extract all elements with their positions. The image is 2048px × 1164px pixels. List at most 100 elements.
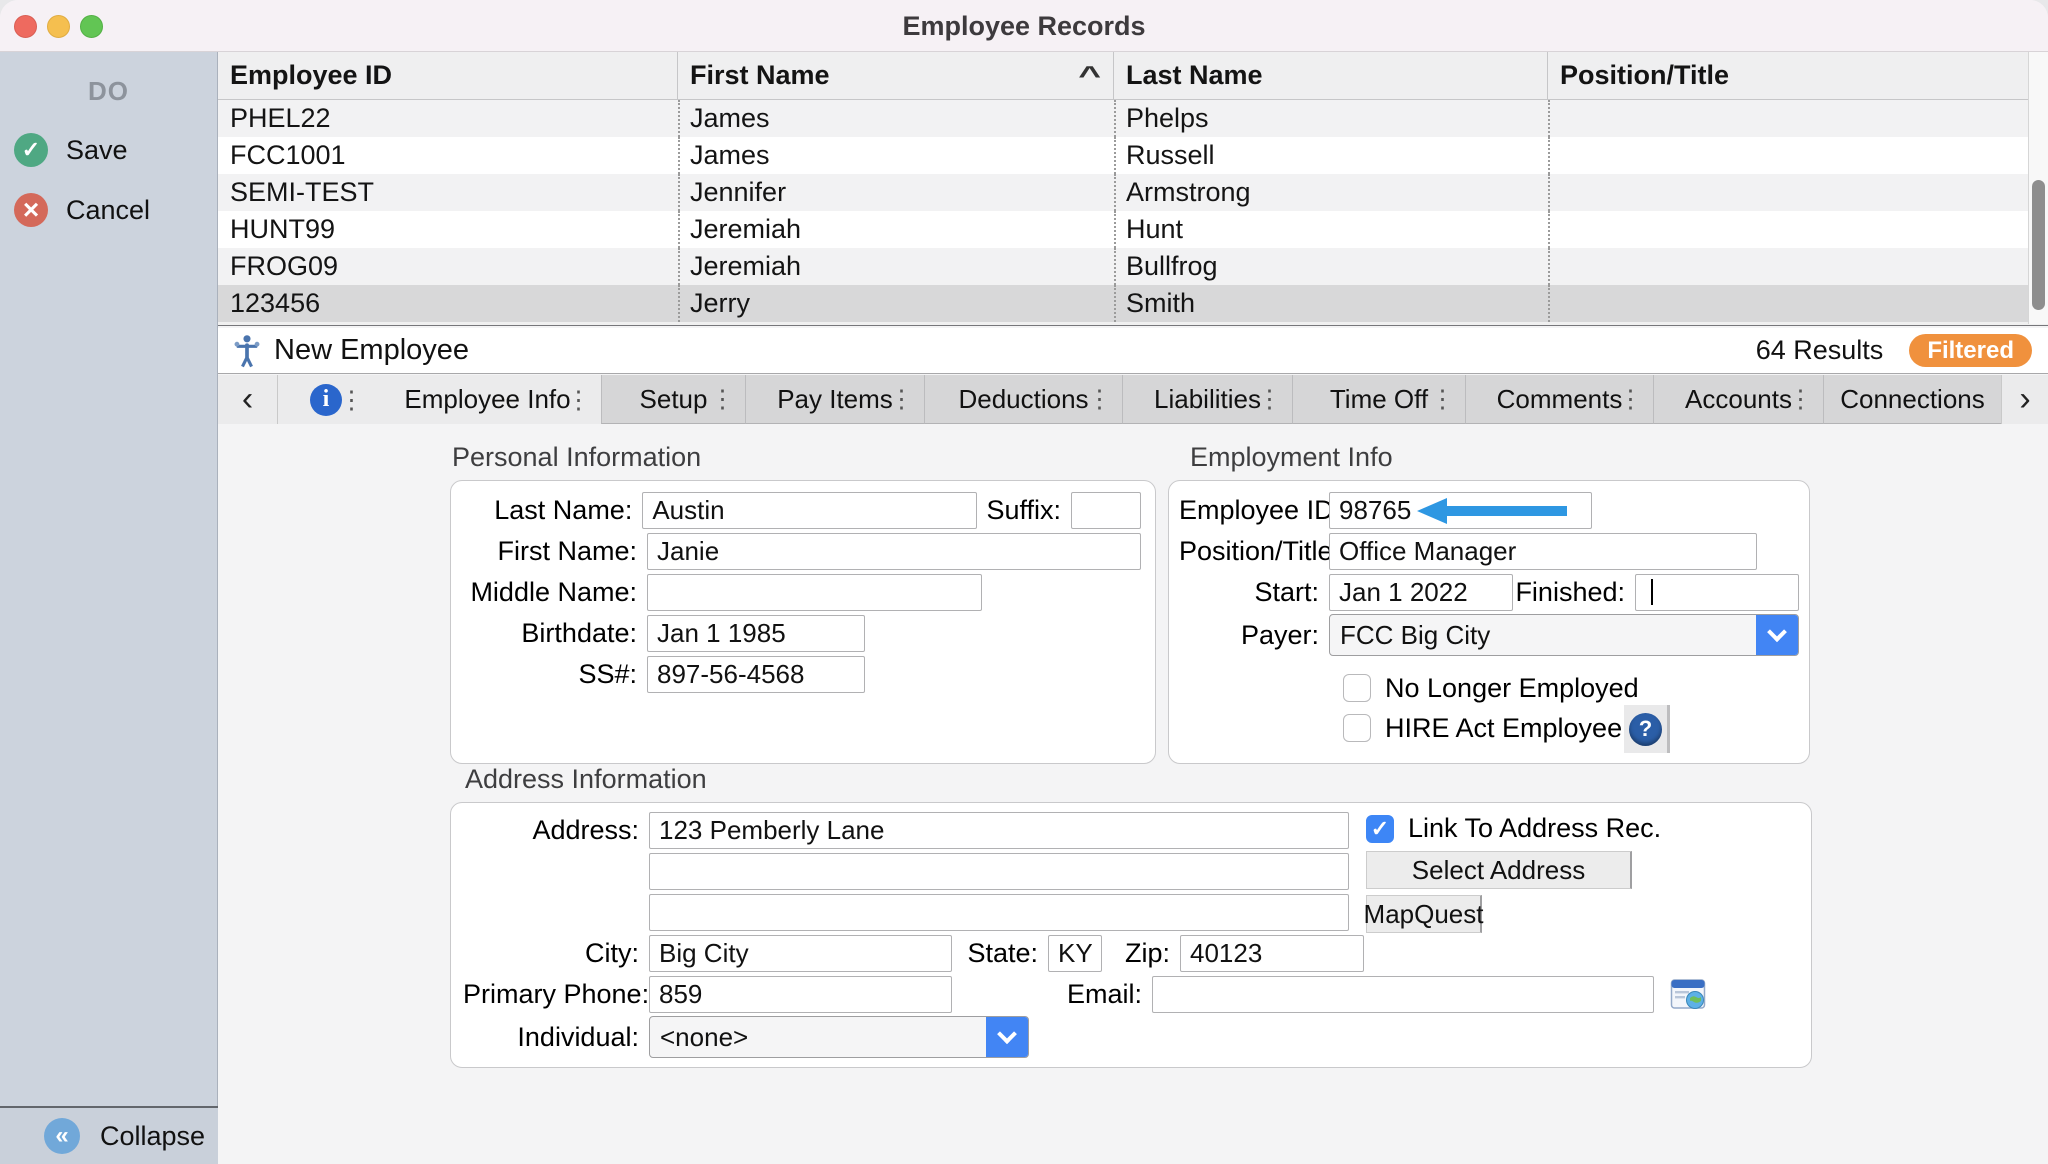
tab-setup[interactable]: Setup⋮	[601, 375, 745, 424]
tab-record-info[interactable]: i ⋮	[278, 375, 374, 424]
person-icon	[230, 334, 264, 368]
primary-phone-field[interactable]	[649, 976, 952, 1013]
start-label: Start:	[1179, 577, 1329, 608]
column-header-first-name[interactable]: First Name^	[678, 52, 1114, 99]
email-field[interactable]	[1152, 976, 1654, 1013]
individual-label: Individual:	[463, 1022, 649, 1053]
save-check-icon: ✓	[14, 133, 48, 167]
email-label: Email:	[952, 979, 1152, 1010]
individual-value: <none>	[650, 1017, 986, 1057]
individual-dropdown[interactable]: <none>	[649, 1016, 1029, 1058]
address-line3-field[interactable]	[649, 894, 1349, 931]
web-browser-icon[interactable]	[1670, 976, 1706, 1012]
hire-act-help-button[interactable]: ?	[1624, 705, 1670, 753]
finished-date-field[interactable]	[1635, 574, 1799, 611]
tab-deductions[interactable]: Deductions⋮	[924, 375, 1122, 424]
position-title-field[interactable]	[1329, 533, 1757, 570]
tab-handle-icon[interactable]: ⋮	[1788, 384, 1813, 414]
tab-handle-icon[interactable]: ⋮	[889, 384, 914, 414]
tab-accounts[interactable]: Accounts⋮	[1653, 375, 1823, 424]
tab-handle-icon[interactable]: ⋮	[710, 384, 735, 414]
table-row-selected[interactable]: 123456 Jerry Smith	[218, 285, 2048, 322]
tab-handle-icon[interactable]: ⋮	[339, 385, 364, 415]
suffix-field[interactable]	[1071, 492, 1141, 529]
employee-table: Employee ID First Name^ Last Name Positi…	[218, 52, 2048, 326]
chevron-down-icon	[997, 1024, 1017, 1044]
finished-label: Finished:	[1513, 577, 1635, 608]
individual-dropdown-button[interactable]	[986, 1017, 1028, 1057]
main-content: Employee ID First Name^ Last Name Positi…	[218, 52, 2048, 1164]
sort-ascending-icon: ^	[1078, 52, 1101, 99]
no-longer-employed-label: No Longer Employed	[1385, 673, 1639, 704]
tab-time-off[interactable]: Time Off⋮	[1292, 375, 1465, 424]
record-title: New Employee	[274, 334, 469, 367]
tab-comments[interactable]: Comments⋮	[1465, 375, 1653, 424]
hire-act-checkbox[interactable]	[1343, 714, 1371, 742]
column-header-position[interactable]: Position/Title	[1548, 52, 2028, 99]
payer-dropdown[interactable]: FCC Big City	[1329, 614, 1799, 656]
employee-id-field[interactable]	[1329, 492, 1592, 529]
sidebar: DO ✓ Save × Cancel « Collapse	[0, 52, 218, 1164]
payer-value: FCC Big City	[1330, 615, 1756, 655]
scrollbar-thumb[interactable]	[2032, 180, 2045, 310]
table-scrollbar[interactable]	[2028, 52, 2048, 324]
tabs-scroll-right-button[interactable]: ›	[2001, 375, 2048, 424]
address-label: Address:	[463, 815, 649, 846]
table-row[interactable]: FROG09 Jeremiah Bullfrog	[218, 248, 2048, 285]
info-icon: i	[310, 384, 342, 416]
tab-pay-items[interactable]: Pay Items⋮	[745, 375, 924, 424]
save-button[interactable]: ✓ Save	[14, 133, 217, 167]
state-field[interactable]	[1048, 935, 1102, 972]
table-row[interactable]: PHEL22 James Phelps	[218, 100, 2048, 137]
hire-act-label: HIRE Act Employee	[1385, 713, 1622, 744]
first-name-field[interactable]	[647, 533, 1141, 570]
link-address-label: Link To Address Rec.	[1408, 813, 1661, 844]
zip-field[interactable]	[1180, 935, 1364, 972]
city-label: City:	[463, 938, 649, 969]
tab-handle-icon[interactable]: ⋮	[1087, 384, 1112, 414]
link-address-checkbox[interactable]: ✓	[1366, 815, 1394, 843]
collapse-button[interactable]: « Collapse	[0, 1106, 218, 1164]
personal-panel: Last Name: Suffix: First Name: Middle Na…	[450, 480, 1156, 764]
middle-name-field[interactable]	[647, 574, 982, 611]
app-window: Employee Records DO ✓ Save × Cancel « Co…	[0, 0, 2048, 1164]
help-icon: ?	[1629, 713, 1662, 746]
birthdate-field[interactable]	[647, 615, 865, 652]
table-row[interactable]: SEMI-TEST Jennifer Armstrong	[218, 174, 2048, 211]
save-label: Save	[66, 135, 128, 166]
payer-label: Payer:	[1179, 620, 1329, 651]
tabs-scroll-left-button[interactable]: ‹	[218, 375, 278, 424]
record-bar: New Employee 64 Results Filtered	[218, 328, 2048, 374]
column-header-last-name[interactable]: Last Name	[1114, 52, 1548, 99]
tab-handle-icon[interactable]: ⋮	[1618, 384, 1643, 414]
city-field[interactable]	[649, 935, 952, 972]
birthdate-label: Birthdate:	[465, 618, 647, 649]
chevron-down-icon	[1767, 622, 1787, 642]
tab-handle-icon[interactable]: ⋮	[1430, 384, 1455, 414]
tab-connections[interactable]: Connections	[1823, 375, 2001, 424]
table-row[interactable]: FCC1001 James Russell	[218, 137, 2048, 174]
payer-dropdown-button[interactable]	[1756, 615, 1798, 655]
tab-employee-info[interactable]: Employee Info⋮	[374, 375, 601, 424]
tab-liabilities[interactable]: Liabilities⋮	[1122, 375, 1292, 424]
last-name-field[interactable]	[642, 492, 977, 529]
address-line2-field[interactable]	[649, 853, 1349, 890]
tab-handle-icon[interactable]: ⋮	[1257, 384, 1282, 414]
select-address-button[interactable]: Select Address	[1366, 851, 1632, 889]
filtered-badge[interactable]: Filtered	[1909, 334, 2032, 367]
suffix-label: Suffix:	[977, 495, 1071, 526]
tab-handle-icon[interactable]: ⋮	[566, 385, 591, 415]
start-date-field[interactable]	[1329, 574, 1513, 611]
table-row[interactable]: HUNT99 Jeremiah Hunt	[218, 211, 2048, 248]
cancel-button[interactable]: × Cancel	[14, 193, 217, 227]
partial-row	[218, 322, 2048, 325]
last-name-label: Last Name:	[465, 495, 642, 526]
text-cursor	[1651, 579, 1653, 605]
no-longer-employed-checkbox[interactable]	[1343, 674, 1371, 702]
position-title-label: Position/Title:	[1179, 536, 1329, 567]
mapquest-button[interactable]: MapQuest	[1366, 895, 1482, 933]
column-header-employee-id[interactable]: Employee ID	[218, 52, 678, 99]
employment-panel: Employee ID: Position/Title: Start: Fini…	[1168, 480, 1810, 764]
address-line1-field[interactable]	[649, 812, 1349, 849]
ssn-field[interactable]	[647, 656, 865, 693]
